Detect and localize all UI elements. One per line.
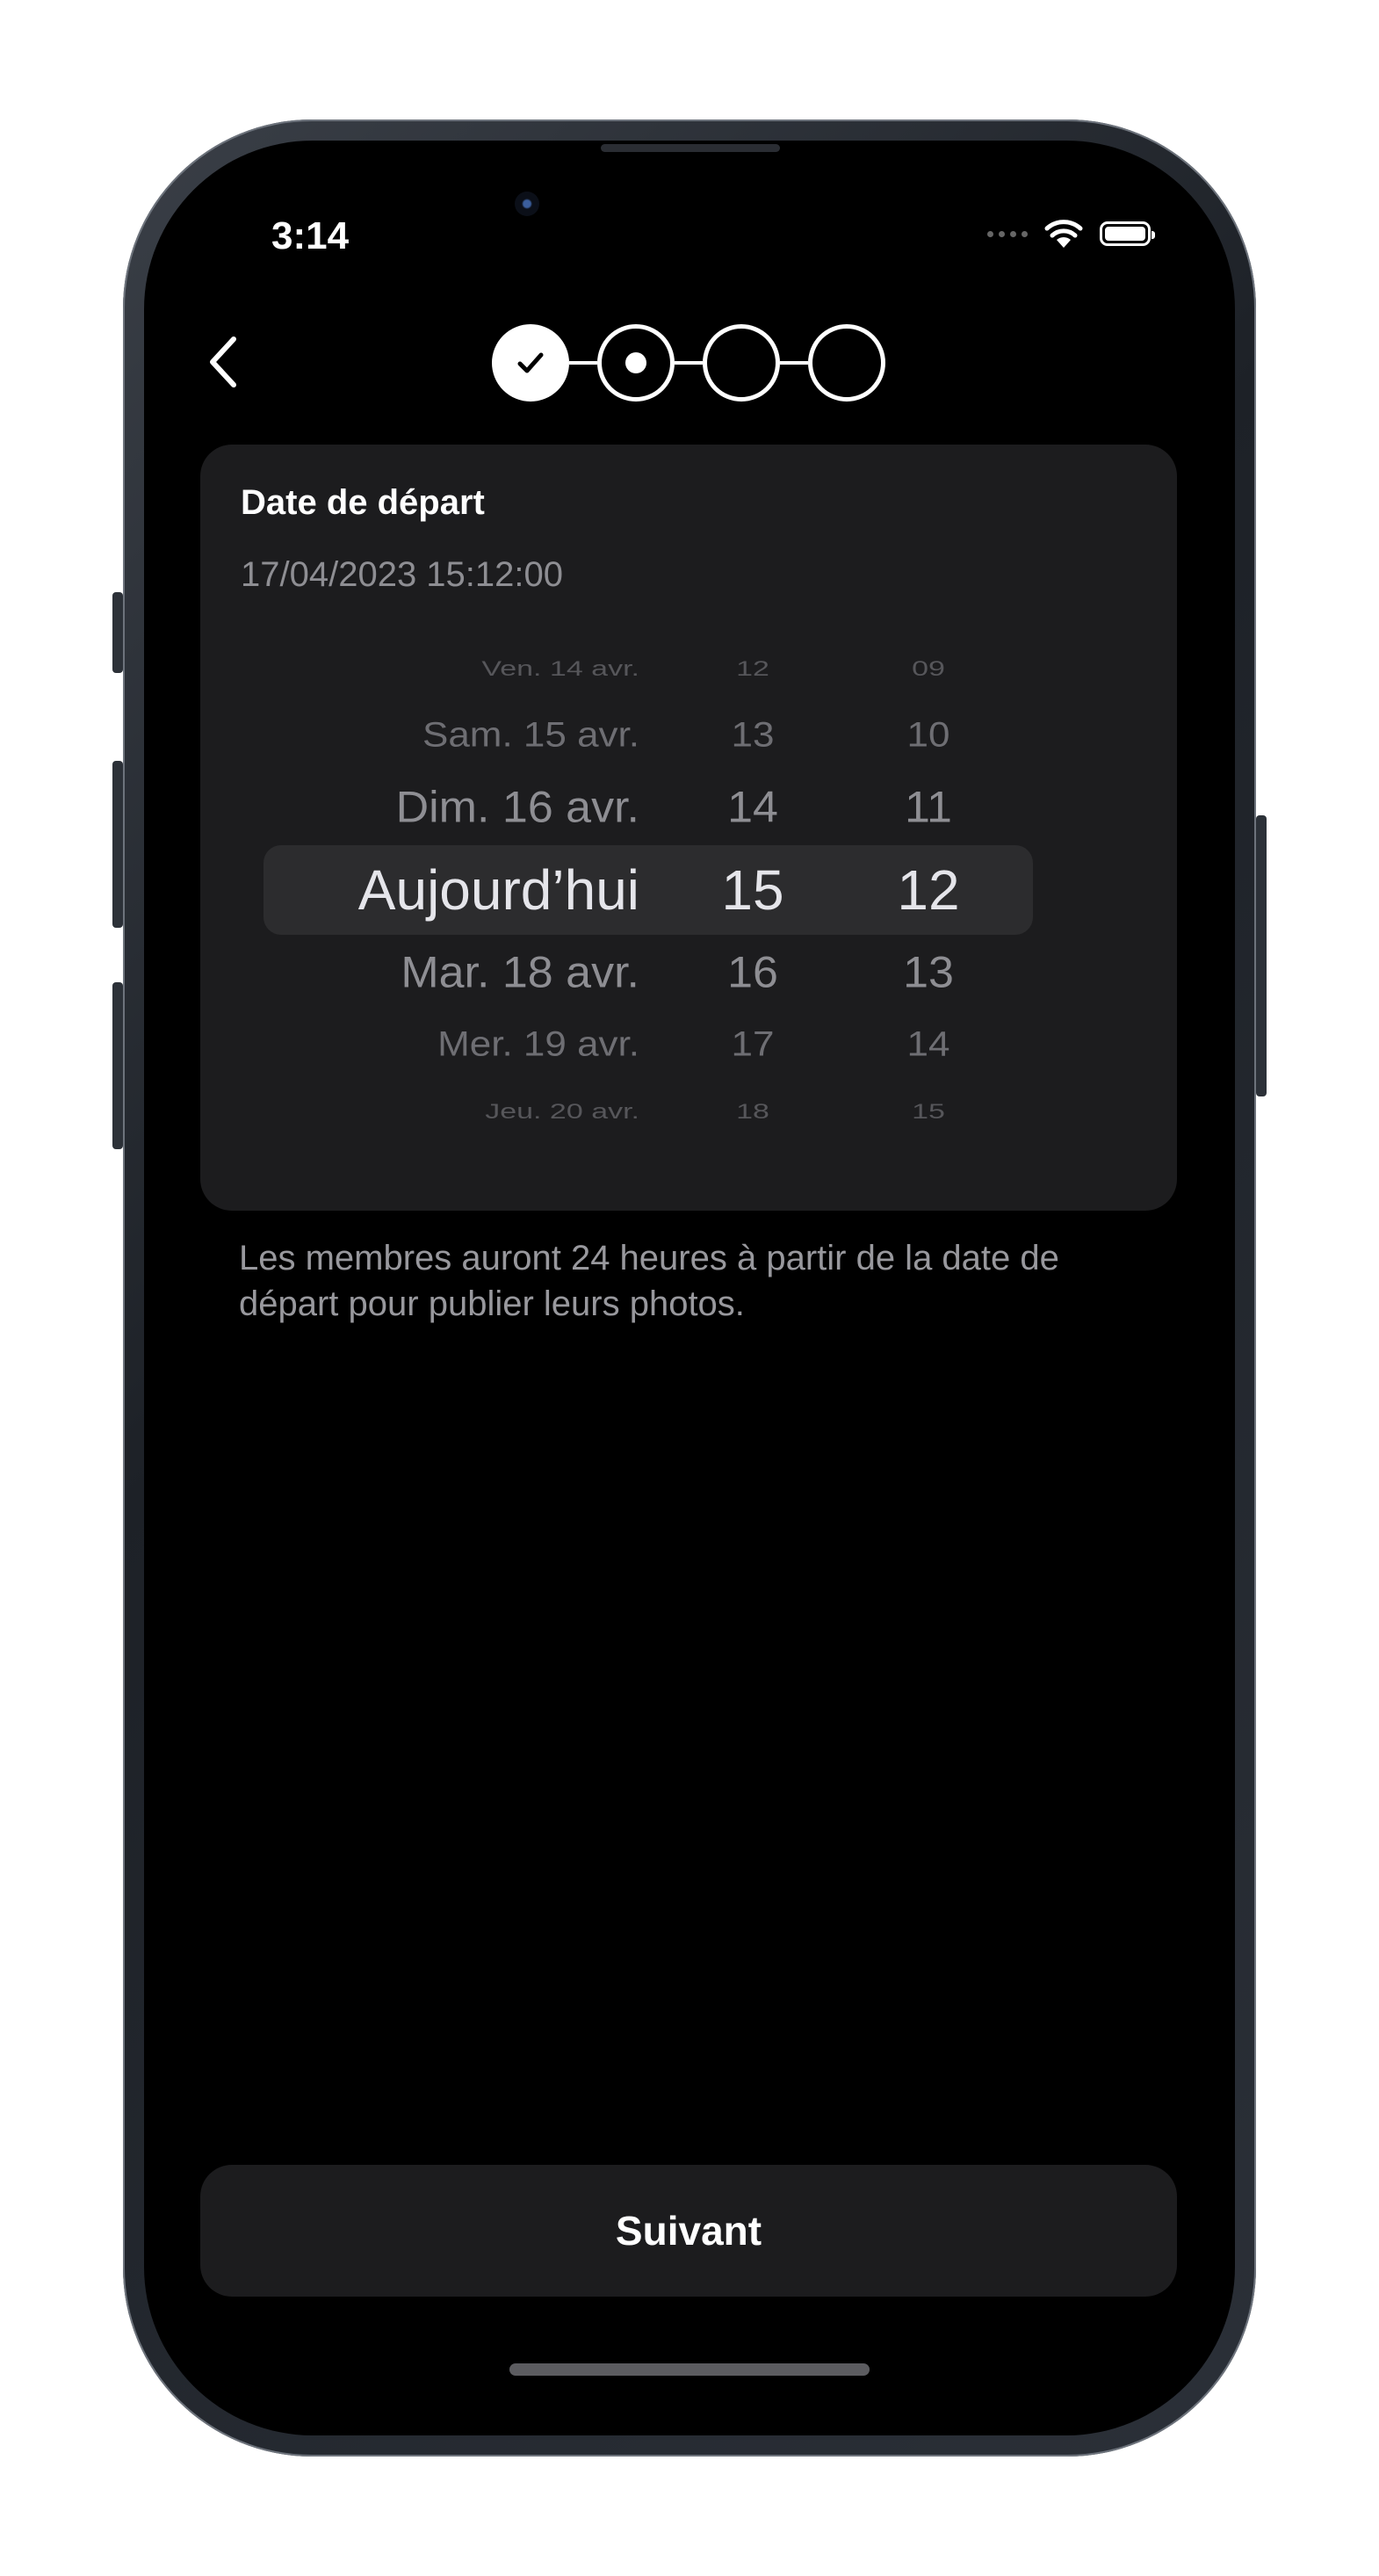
picker-minute: 13 bbox=[903, 947, 954, 998]
cellular-signal-icon bbox=[987, 230, 1028, 237]
volume-down-button bbox=[112, 982, 123, 1149]
step-connector bbox=[675, 361, 703, 365]
step-3 bbox=[703, 324, 780, 402]
step-1-completed bbox=[492, 324, 569, 402]
step-2-current bbox=[597, 324, 675, 402]
power-button bbox=[1256, 815, 1267, 1096]
picker-day: Aujourd’hui bbox=[357, 858, 639, 922]
picker-day: Mar. 18 avr. bbox=[401, 947, 639, 998]
start-date-card: Date de départ 17/04/2023 15:12:00 Jeu. … bbox=[200, 445, 1177, 1211]
status-time: 3:14 bbox=[271, 214, 350, 257]
picker-day: Ven. 14 avr. bbox=[481, 656, 639, 681]
hint-text: Les membres auront 24 heures à partir de… bbox=[239, 1239, 1059, 1323]
picker-hour: 17 bbox=[731, 1024, 775, 1064]
checkmark-icon bbox=[517, 352, 544, 373]
wifi-icon bbox=[1044, 220, 1083, 248]
battery-icon bbox=[1100, 221, 1155, 246]
picker-row[interactable]: Mar. 18 avr. 16 13 bbox=[264, 947, 1033, 998]
picker-day: Sam. 15 avr. bbox=[422, 715, 639, 755]
picker-row[interactable]: Sam. 15 avr. 13 10 bbox=[264, 712, 1033, 759]
picker-hour: 15 bbox=[721, 858, 784, 922]
current-dot-icon bbox=[625, 352, 646, 373]
picker-row[interactable]: Ven. 14 avr. 12 09 bbox=[264, 650, 1033, 688]
picker-hour: 18 bbox=[736, 1099, 769, 1124]
picker-minute: 12 bbox=[897, 858, 960, 922]
picker-day: Jeu. 20 avr. bbox=[485, 1099, 639, 1124]
speaker-grille bbox=[601, 144, 780, 152]
picker-hour: 13 bbox=[731, 715, 775, 755]
picker-row[interactable]: Jeu. 20 avr. 18 15 bbox=[264, 1092, 1033, 1130]
front-camera bbox=[515, 192, 539, 216]
picker-day: Dim. 16 avr. bbox=[395, 782, 639, 833]
picker-minute: 10 bbox=[906, 715, 950, 755]
picker-hour: 12 bbox=[736, 656, 769, 681]
picker-minute: 14 bbox=[906, 1024, 950, 1064]
picker-row-selected[interactable]: Aujourd’hui 15 12 bbox=[264, 858, 1033, 922]
next-button[interactable]: Suivant bbox=[200, 2165, 1177, 2297]
date-time-picker[interactable]: Jeu. 13 avr.1108Ven. 14 avr.1209Sam. 15 … bbox=[264, 650, 1033, 1132]
home-indicator[interactable] bbox=[509, 2363, 870, 2376]
picker-minute: 09 bbox=[912, 656, 945, 681]
picker-hour: 16 bbox=[727, 947, 778, 998]
screen: 3:14 Date de départ 17/04/2023 15:12:00 … bbox=[144, 141, 1235, 2435]
picker-row[interactable]: Mer. 19 avr. 17 14 bbox=[264, 1021, 1033, 1068]
step-4 bbox=[808, 324, 885, 402]
volume-up-button bbox=[112, 761, 123, 928]
step-connector bbox=[569, 361, 597, 365]
picker-hour: 14 bbox=[727, 782, 778, 833]
back-button[interactable] bbox=[197, 327, 249, 397]
card-title: Date de départ bbox=[241, 483, 485, 522]
picker-row[interactable]: Dim. 16 avr. 14 11 bbox=[264, 782, 1033, 833]
selected-date-value: 17/04/2023 15:12:00 bbox=[241, 555, 564, 594]
chevron-left-icon bbox=[210, 336, 236, 387]
step-connector bbox=[780, 361, 808, 365]
picker-minute: 11 bbox=[905, 782, 952, 833]
mute-switch bbox=[112, 592, 123, 673]
picker-day: Mer. 19 avr. bbox=[437, 1024, 639, 1064]
status-icons bbox=[987, 218, 1155, 250]
picker-minute: 15 bbox=[912, 1099, 945, 1124]
progress-stepper bbox=[492, 322, 885, 404]
